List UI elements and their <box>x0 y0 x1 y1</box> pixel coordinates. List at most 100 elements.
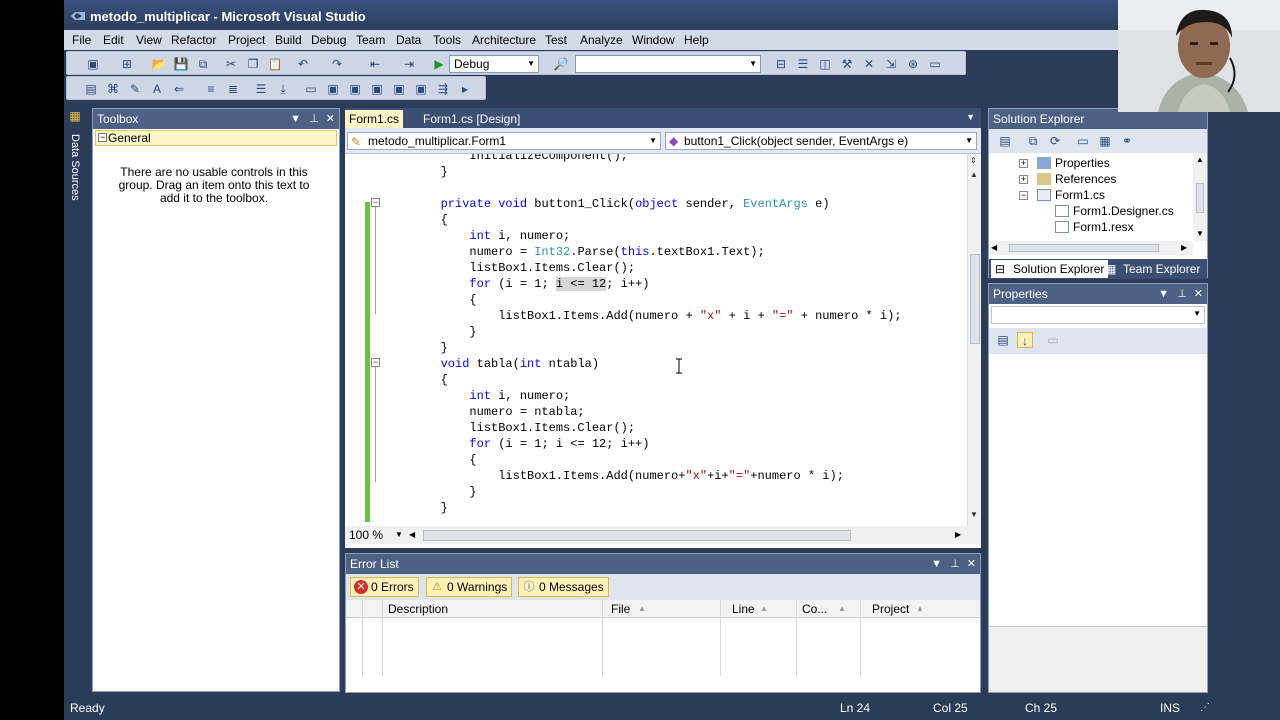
column-file[interactable]: File <box>611 602 630 616</box>
view-code-icon[interactable]: ▭ <box>1075 133 1091 149</box>
code-line[interactable]: listBox1.Items.Add(numero+"x"+i+"="+nume… <box>383 468 844 484</box>
code-line[interactable]: void tabla(int ntabla) <box>383 356 599 372</box>
tab-form1-cs[interactable]: Form1.cs <box>345 110 404 128</box>
scroll-thumb[interactable] <box>1196 183 1204 213</box>
auto-hide-pin-icon[interactable]: ⊥ <box>309 109 319 129</box>
command-window-icon[interactable]: ▭ <box>927 56 943 72</box>
menu-team[interactable]: Team <box>356 33 385 47</box>
zoom-level[interactable]: 100 % <box>349 528 383 542</box>
properties-window-icon[interactable]: ☰ <box>795 56 811 72</box>
start-page-icon[interactable]: ⇲ <box>883 56 899 72</box>
column-line[interactable]: Line <box>732 602 755 616</box>
menu-analyze[interactable]: Analyze <box>580 33 623 47</box>
object-selector[interactable]: ▼ <box>991 306 1205 324</box>
save-all-icon[interactable]: ⧉ <box>195 56 211 72</box>
view-designer-icon[interactable]: ▦ <box>1097 133 1113 149</box>
close-icon[interactable]: ✕ <box>967 554 976 574</box>
start-debugging-icon[interactable]: ▶ <box>431 56 447 72</box>
clear-bookmarks-icon[interactable]: ▣ <box>347 81 363 97</box>
cut-icon[interactable]: ✂ <box>223 56 239 72</box>
bookmark-window-icon[interactable]: ▣ <box>413 81 429 97</box>
close-icon[interactable]: ✕ <box>326 109 335 129</box>
find-combo[interactable]: ▼ <box>575 55 761 73</box>
menu-build[interactable]: Build <box>275 33 302 47</box>
scroll-thumb[interactable] <box>423 530 851 541</box>
code-line[interactable]: { <box>383 452 476 468</box>
scroll-left-icon[interactable]: ◀ <box>409 530 415 539</box>
navigate-backward-icon[interactable]: ⇤ <box>367 56 383 72</box>
menu-help[interactable]: Help <box>684 33 709 47</box>
vertical-scrollbar[interactable]: ▲ ▼ <box>1193 153 1207 241</box>
collapse-icon[interactable]: − <box>371 198 380 207</box>
data-sources-tab[interactable]: Data Sources <box>69 134 81 201</box>
scroll-thumb[interactable] <box>970 254 980 344</box>
code-line[interactable]: { <box>383 212 448 228</box>
tab-solution-explorer[interactable]: ⊟ Solution Explorer <box>991 260 1109 278</box>
code-line[interactable]: } <box>383 484 476 500</box>
bookmark-prev-in-folder-icon[interactable]: ▣ <box>391 81 407 97</box>
scroll-up-icon[interactable]: ▲ <box>970 170 978 179</box>
tools-icon[interactable]: ✕ <box>861 56 877 72</box>
menu-debug[interactable]: Debug <box>311 33 346 47</box>
code-line[interactable]: { <box>383 372 448 388</box>
previous-bookmark-icon[interactable]: ▭ <box>303 81 319 97</box>
scroll-thumb[interactable] <box>1009 244 1159 252</box>
toolbox-icon[interactable]: ⚒ <box>839 56 855 72</box>
menu-tools[interactable]: Tools <box>433 33 461 47</box>
auto-hide-pin-icon[interactable]: ⊥ <box>950 554 960 574</box>
redo-icon[interactable]: ↷ <box>329 56 345 72</box>
solution-configuration-combo[interactable]: Debug ▼ <box>449 55 539 73</box>
bookmark-next-in-folder-icon[interactable]: ▣ <box>369 81 385 97</box>
scroll-right-icon[interactable]: ▶ <box>1181 243 1187 252</box>
extension-manager-icon[interactable]: ⊛ <box>905 56 921 72</box>
comment-lines-icon[interactable]: ≡ <box>203 81 219 97</box>
undo-icon[interactable]: ↶ <box>295 56 311 72</box>
menu-data[interactable]: Data <box>396 33 421 47</box>
code-line[interactable]: int i, numero; <box>383 228 570 244</box>
tab-form1-design[interactable]: Form1.cs [Design] <box>419 110 524 128</box>
next-bookmark-icon[interactable]: ⤓ <box>275 81 291 97</box>
uncomment-lines-icon[interactable]: ≣ <box>225 81 241 97</box>
display-object-member-list-icon[interactable]: ▤ <box>83 81 99 97</box>
collapse-icon[interactable]: − <box>98 133 107 142</box>
scroll-left-icon[interactable]: ◀ <box>991 243 997 252</box>
scroll-down-icon[interactable]: ▼ <box>1196 229 1204 238</box>
parameter-info-icon[interactable]: ⌘ <box>105 81 121 97</box>
property-pages-icon[interactable]: ▭ <box>1045 332 1061 348</box>
clear-all-bookmarks-icon[interactable]: ⇶ <box>435 81 451 97</box>
find-in-files-icon[interactable]: 🔎 <box>553 56 569 72</box>
bookmark-folder-icon[interactable]: ▣ <box>325 81 341 97</box>
tree-item-form1-cs[interactable]: Form1.cs <box>1037 187 1105 203</box>
menu-architecture[interactable]: Architecture <box>472 33 536 47</box>
tree-item-references[interactable]: References <box>1037 171 1116 187</box>
code-area[interactable]: − − InitializeComponent(); } private voi… <box>345 154 967 526</box>
chevron-down-icon[interactable]: ▼ <box>966 112 975 122</box>
code-line[interactable]: listBox1.Items.Clear(); <box>383 420 635 436</box>
menu-edit[interactable]: Edit <box>103 33 124 47</box>
quick-info-icon[interactable]: ✎ <box>127 81 143 97</box>
view-class-diagram-icon[interactable]: ⚭ <box>1119 133 1135 149</box>
code-line[interactable]: } <box>383 164 448 180</box>
tree-item-properties[interactable]: Properties <box>1037 155 1110 171</box>
properties-icon[interactable]: ▤ <box>997 133 1013 149</box>
column-project[interactable]: Project <box>872 602 909 616</box>
scroll-right-icon[interactable]: ▶ <box>955 530 961 539</box>
menu-file[interactable]: File <box>72 33 91 47</box>
code-line[interactable]: listBox1.Items.Add(numero + "x" + i + "=… <box>383 308 901 324</box>
split-handle-icon[interactable]: ⇕ <box>970 156 977 165</box>
new-project-icon[interactable]: ▣ <box>85 56 101 72</box>
scroll-down-icon[interactable]: ▼ <box>970 510 978 519</box>
code-line[interactable]: numero = ntabla; <box>383 404 584 420</box>
tree-item-form1-designer[interactable]: Form1.Designer.cs <box>1055 203 1174 219</box>
paste-icon[interactable]: 📋 <box>267 56 283 72</box>
close-icon[interactable]: ✕ <box>1194 284 1203 304</box>
column-column[interactable]: Co... <box>802 602 827 616</box>
tab-team-explorer[interactable]: ▦ Team Explorer <box>1101 260 1204 278</box>
code-line[interactable]: } <box>383 500 448 516</box>
warnings-filter-button[interactable]: ⚠ 0 Warnings <box>426 577 513 597</box>
menu-test[interactable]: Test <box>545 33 567 47</box>
toolbar-options-icon[interactable]: ▸ <box>457 81 473 97</box>
member-dropdown[interactable]: ◆ button1_Click(object sender, EventArgs… <box>665 132 977 150</box>
code-line[interactable]: for (i = 1; i <= 12; i++) <box>383 276 649 292</box>
window-position-icon[interactable]: ▼ <box>931 554 942 574</box>
